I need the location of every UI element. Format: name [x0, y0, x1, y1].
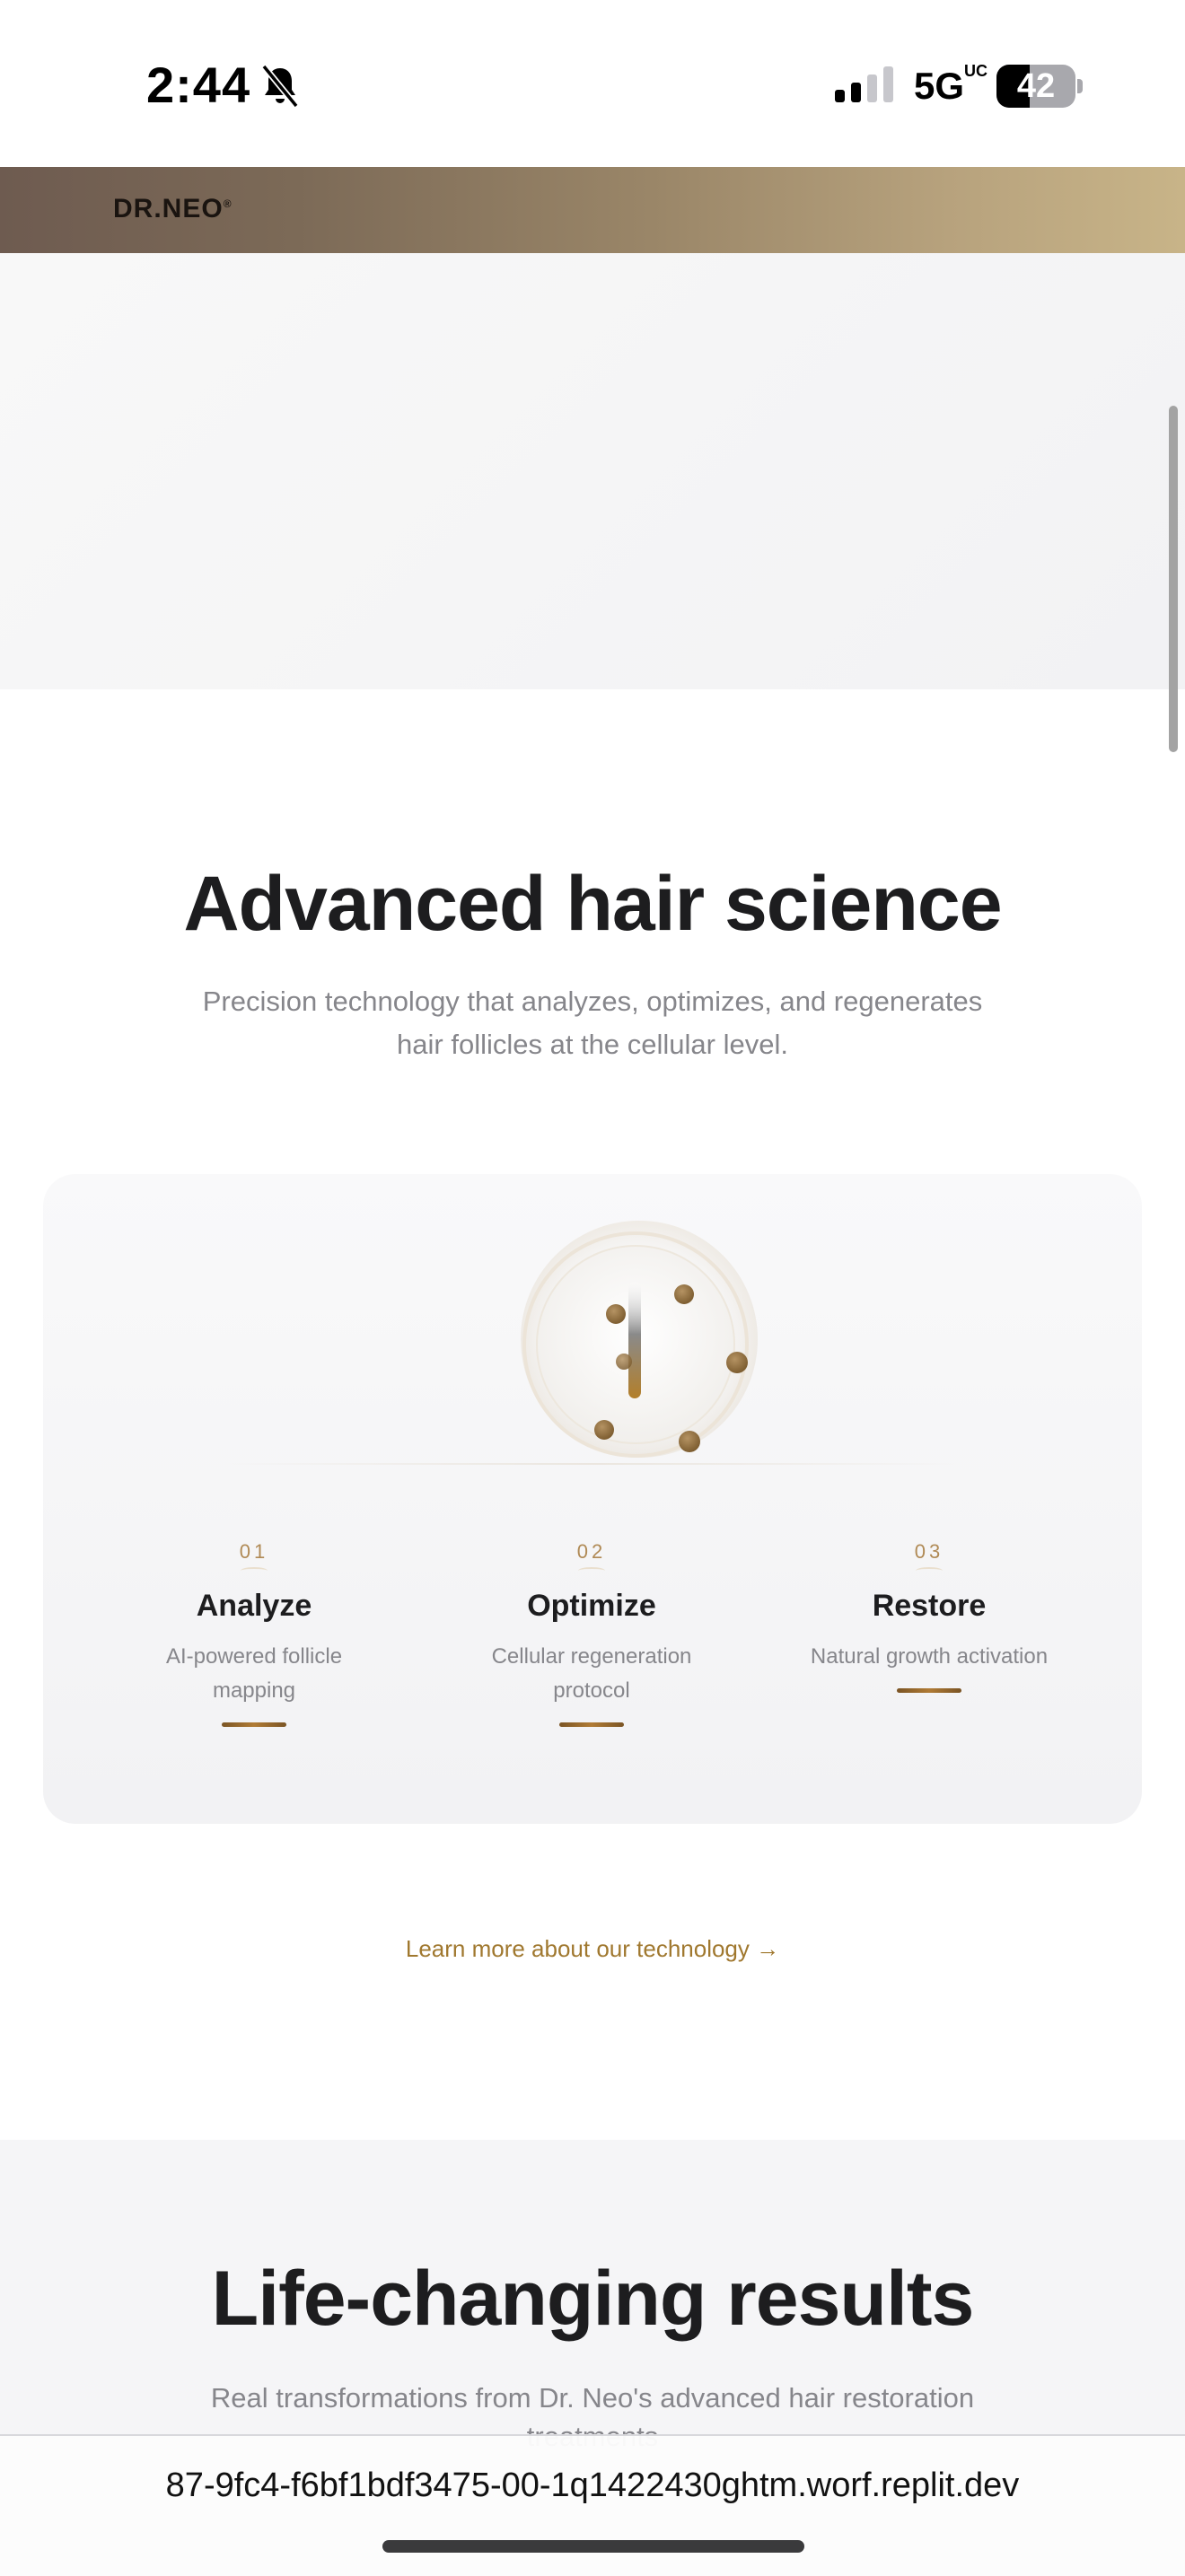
step-accent-bar [222, 1722, 286, 1727]
step-restore: 03 Restore Natural growth activation [768, 1540, 1091, 1693]
science-subtitle: Precision technology that analyzes, opti… [202, 986, 983, 1060]
follicle-orb-icon [522, 1231, 749, 1458]
step-analyze: 01 Analyze AI-powered follicle mapping [92, 1540, 416, 1727]
learn-more-link[interactable]: Learn more about our technology → [0, 1935, 1185, 1963]
browser-url-bar[interactable]: 87-9fc4-f6bf1bdf3475-00-1q1422430ghtm.wo… [0, 2434, 1185, 2576]
battery-tip [1077, 79, 1083, 93]
logo[interactable]: DR.NEO® [113, 194, 233, 224]
step-description: Natural growth activation [810, 1644, 1049, 1669]
network-indicator: 5GUC [914, 62, 988, 107]
results-title: Life-changing results [211, 2256, 975, 2342]
step-tick [916, 1567, 943, 1574]
step-number: 01 [239, 1540, 269, 1563]
signal-icon [835, 66, 893, 102]
bell-slash-icon [261, 64, 299, 109]
home-indicator[interactable] [382, 2540, 804, 2553]
technology-card: 01 Analyze AI-powered follicle mapping 0… [43, 1174, 1142, 1824]
brand-header: DR.NEO® [0, 167, 1185, 253]
card-divider [223, 1463, 962, 1465]
step-description: AI-powered follicle mapping [165, 1644, 343, 1703]
step-accent-bar [897, 1688, 961, 1693]
step-title: Optimize [527, 1589, 656, 1623]
status-time: 2:44 [146, 57, 251, 113]
step-title: Analyze [196, 1589, 312, 1623]
step-tick [578, 1567, 605, 1574]
status-bar: 2:44 5GUC 42 [0, 0, 1185, 167]
step-number: 03 [914, 1540, 944, 1563]
science-title: Advanced hair science [183, 861, 1002, 947]
hero-image-placeholder [0, 253, 1185, 689]
step-title: Restore [872, 1589, 987, 1623]
step-tick [241, 1567, 268, 1574]
step-accent-bar [559, 1722, 624, 1727]
scrollbar[interactable] [1169, 406, 1178, 752]
step-number: 02 [576, 1540, 607, 1563]
url-text[interactable]: 87-9fc4-f6bf1bdf3475-00-1q1422430ghtm.wo… [0, 2466, 1185, 2505]
step-optimize: 02 Optimize Cellular regeneration protoc… [430, 1540, 753, 1727]
step-description: Cellular regeneration protocol [491, 1644, 692, 1703]
battery-percent: 42 [1016, 67, 1056, 105]
battery-icon: 42 [996, 65, 1075, 108]
